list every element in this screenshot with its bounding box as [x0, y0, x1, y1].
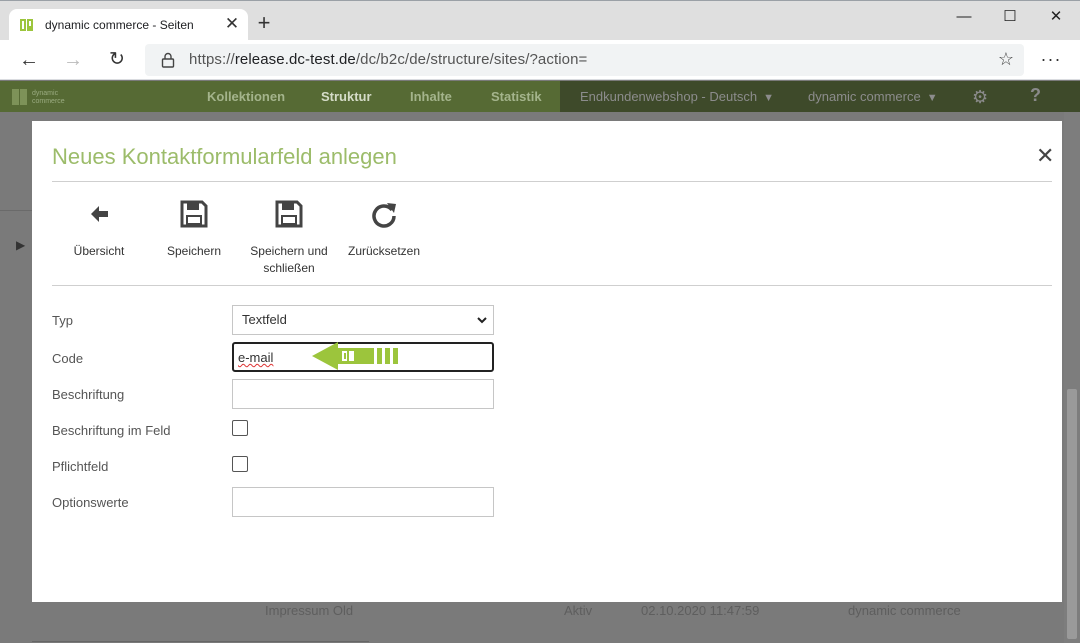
- nav-statistik[interactable]: Statistik: [491, 81, 542, 112]
- background-row-owner: dynamic commerce: [848, 603, 961, 618]
- user-select[interactable]: dynamic commerce ▼: [808, 81, 938, 112]
- arrow-left-icon: [91, 206, 108, 222]
- reset-icon: [372, 203, 396, 228]
- new-tab-button[interactable]: +: [253, 12, 275, 36]
- overview-label: Übersicht: [73, 244, 125, 258]
- tab-close-icon[interactable]: ✕: [223, 15, 241, 33]
- reset-button[interactable]: Zurücksetzen: [339, 199, 429, 260]
- tutorial-pointer-arrow-icon: [312, 342, 398, 370]
- scrollbar-thumb[interactable]: [1067, 389, 1077, 639]
- browser-toolbar: ← → ↻ https://release.dc-test.de/dc/b2c/…: [0, 40, 1080, 80]
- url-text: https://release.dc-test.de/dc/b2c/de/str…: [189, 51, 588, 68]
- save-and-close-button[interactable]: Speichern und schließen: [244, 199, 334, 277]
- save-button[interactable]: Speichern: [149, 199, 239, 260]
- dialog-title: Neues Kontaktformularfeld anlegen: [52, 144, 397, 169]
- address-bar[interactable]: https://release.dc-test.de/dc/b2c/de/str…: [145, 44, 1024, 76]
- expand-arrow-icon: ▶: [16, 238, 26, 252]
- nav-struktur[interactable]: Struktur: [321, 81, 372, 112]
- nav-inhalte[interactable]: Inhalte: [410, 81, 452, 112]
- gear-icon[interactable]: ⚙: [972, 87, 988, 108]
- help-icon[interactable]: ?: [1030, 85, 1041, 106]
- toolbar-divider: [52, 285, 1052, 286]
- title-divider: [52, 181, 1052, 182]
- type-select-value: Textfeld: [242, 312, 287, 327]
- svg-text:dynamic: dynamic: [32, 90, 59, 97]
- back-arrow-icon[interactable]: ←: [16, 48, 42, 72]
- caret-down-icon: ▼: [926, 92, 938, 104]
- nav-kollektionen[interactable]: Kollektionen: [207, 81, 285, 112]
- caption-label: Beschriftung: [52, 387, 125, 402]
- minimize-button[interactable]: —: [941, 5, 987, 29]
- required-checkbox[interactable]: [232, 456, 248, 472]
- dynamic-commerce-logo-icon: dynamic commerce: [12, 89, 65, 105]
- overview-button[interactable]: Übersicht: [54, 199, 144, 260]
- browser-tab-strip: dynamic commerce - Seiten ✕ + — ☐ ✕: [0, 0, 1080, 41]
- code-label: Code: [52, 351, 84, 366]
- save-and-close-label: Speichern und schließen: [250, 244, 328, 275]
- shop-select[interactable]: Endkundenwebshop - Deutsch ▼: [580, 81, 774, 112]
- type-label: Typ: [52, 313, 73, 328]
- caption-in-field-checkbox[interactable]: [232, 420, 248, 436]
- save-label: Speichern: [166, 244, 222, 258]
- svg-text:commerce: commerce: [32, 98, 65, 105]
- close-window-button[interactable]: ✕: [1033, 5, 1079, 29]
- lock-icon: [161, 52, 175, 68]
- app-header-brand-area: dynamic commerce Kollektionen Struktur I…: [0, 81, 560, 112]
- background-row-status: Aktiv: [564, 603, 593, 618]
- caption-in-field-label: Beschriftung im Feld: [52, 423, 171, 438]
- dynamic-commerce-favicon-icon: [20, 19, 33, 31]
- browser-menu-icon[interactable]: ···: [1038, 48, 1064, 72]
- caret-down-icon: ▼: [763, 92, 774, 104]
- close-icon[interactable]: ✕: [1036, 145, 1054, 167]
- background-divider: [32, 641, 369, 642]
- required-label: Pflichtfeld: [52, 459, 109, 474]
- maximize-button[interactable]: ☐: [987, 5, 1033, 29]
- save-icon: [275, 200, 303, 228]
- reset-label: Zurücksetzen: [347, 244, 421, 258]
- background-row-name: Impressum Old: [265, 603, 354, 618]
- type-select[interactable]: Textfeld: [232, 305, 494, 335]
- forward-arrow-icon[interactable]: →: [60, 48, 86, 72]
- chevron-down-icon: [477, 317, 487, 324]
- favorite-star-icon[interactable]: ☆: [998, 49, 1014, 70]
- option-values-input[interactable]: [232, 487, 494, 517]
- code-input-value: e-mail: [238, 350, 274, 365]
- background-row-date: 02.10.2020 11:47:59: [641, 603, 760, 618]
- browser-tab[interactable]: dynamic commerce - Seiten ✕: [9, 9, 248, 41]
- tab-title: dynamic commerce - Seiten: [45, 18, 194, 32]
- option-values-label: Optionswerte: [52, 495, 129, 510]
- create-contact-field-dialog: Neues Kontaktformularfeld anlegen ✕ Über…: [32, 121, 1062, 602]
- caption-input[interactable]: [232, 379, 494, 409]
- app-header: dynamic commerce Kollektionen Struktur I…: [0, 81, 1080, 112]
- page-scrollbar[interactable]: [1064, 112, 1080, 643]
- save-icon: [180, 200, 208, 228]
- reload-icon[interactable]: ↻: [104, 48, 130, 72]
- background-divider: [0, 210, 32, 211]
